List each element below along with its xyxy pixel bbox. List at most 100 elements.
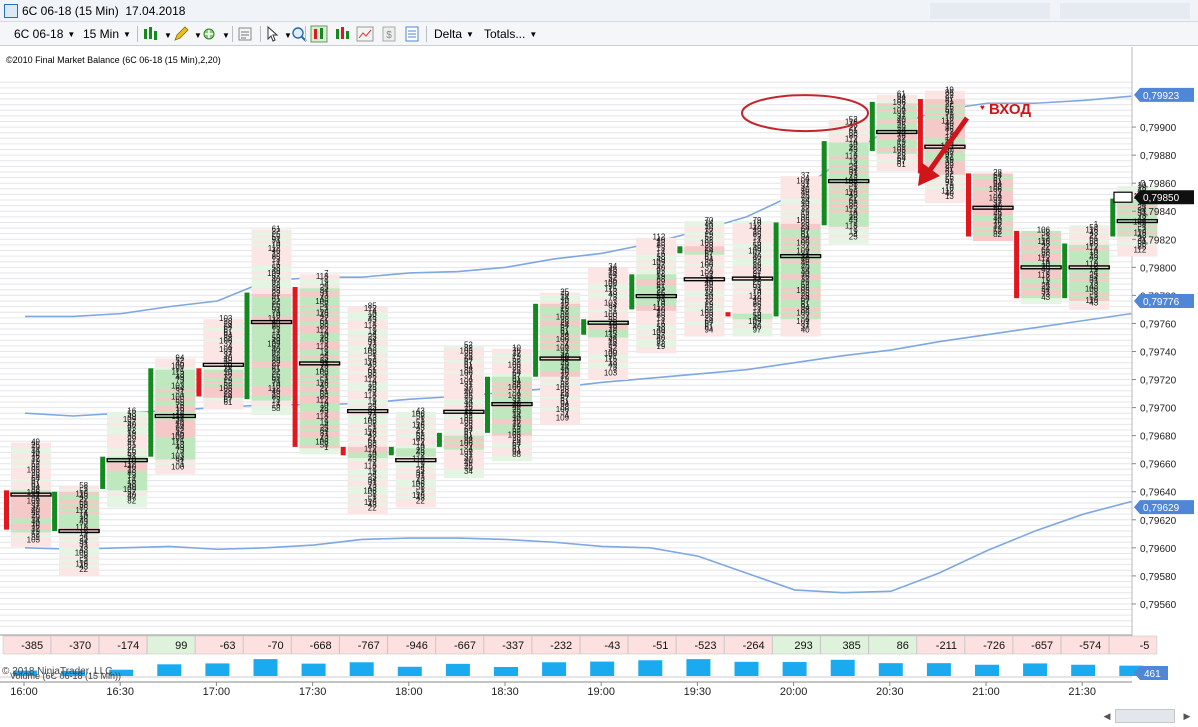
footprint-cell <box>973 184 1013 191</box>
instrument-selector[interactable]: 6C 06-18 ▼ <box>14 25 75 43</box>
footprint-volume-value: 118 <box>1134 228 1147 237</box>
footprint-volume-value: 67 <box>31 477 40 486</box>
footprint-volume-value: 37 <box>801 171 810 180</box>
footprint-cell <box>251 358 292 365</box>
footprint-volume-value: 40 <box>753 294 762 303</box>
footprint-cell <box>492 385 532 392</box>
poc-box <box>1068 265 1110 270</box>
footprint-cell <box>684 274 725 281</box>
footprint-cell <box>732 246 773 253</box>
footprint-volume-value: 94 <box>801 303 810 312</box>
footprint-cell <box>443 404 484 411</box>
footprint-volume-value: 37 <box>801 205 810 214</box>
footprint-cell <box>299 378 340 385</box>
footprint-volume-value: 1 <box>661 247 666 256</box>
scroll-right-arrow[interactable]: ▶ <box>1180 709 1194 723</box>
footprint-cell <box>684 246 725 253</box>
footprint-cell <box>1069 230 1110 237</box>
footprint-volume-value: 43 <box>849 174 858 183</box>
footprint-volume-value: 118 <box>316 308 329 317</box>
time-tick-label: 20:30 <box>876 686 904 698</box>
totals-dropdown[interactable]: Totals... ▼ <box>484 25 537 43</box>
scroll-left-arrow[interactable]: ◀ <box>1100 709 1114 723</box>
footprint-cell <box>251 400 292 407</box>
footprint-cell <box>876 134 917 141</box>
bear-candle-body <box>725 312 731 317</box>
footprint-cell <box>732 274 773 281</box>
delta-dropdown[interactable]: Delta ▼ <box>434 25 474 43</box>
delta-value: -726 <box>983 640 1005 652</box>
footprint-volume-value: 88 <box>801 306 810 315</box>
footprint-cell <box>973 226 1013 233</box>
footprint-cell <box>107 425 148 432</box>
candles-icon[interactable] <box>333 25 351 43</box>
footprint-cell <box>299 445 340 452</box>
horizontal-scrollbar[interactable] <box>1115 709 1175 723</box>
footprint-volume-value: 16 <box>608 268 617 277</box>
footprint-cell <box>684 324 725 331</box>
footprint-volume-value: 109 <box>123 415 137 424</box>
footprint-cell <box>780 223 821 230</box>
footprint-volume-value: 97 <box>656 336 665 345</box>
footprint-cell <box>251 350 292 357</box>
footprint-cell <box>636 277 677 284</box>
footprint-cell <box>299 375 340 382</box>
footprint-volume-value: 58 <box>368 349 377 358</box>
window-controls[interactable] <box>930 3 1050 19</box>
footprint-cell <box>780 293 821 300</box>
footprint-volume-value: 28 <box>897 149 906 158</box>
footprint-cell <box>251 293 292 300</box>
footprint-cell <box>203 378 244 385</box>
pencil-icon[interactable] <box>172 25 190 43</box>
footprint-cell <box>540 309 581 316</box>
footprint-cell <box>59 567 100 574</box>
interval-selector[interactable]: 15 Min ▼ <box>83 25 131 43</box>
line-chart-icon[interactable] <box>356 25 374 43</box>
window-controls-right[interactable] <box>1060 3 1190 19</box>
footprint-volume-value: 43 <box>1137 231 1146 240</box>
footprint-volume-value: 49 <box>127 482 136 491</box>
footprint-cell <box>876 108 917 115</box>
delta-value: -385 <box>21 640 43 652</box>
footprint-icon[interactable] <box>310 25 328 43</box>
footprint-cell <box>636 263 677 270</box>
footprint-cell <box>11 532 51 539</box>
footprint-cell <box>684 291 725 298</box>
data-box-icon[interactable] <box>403 25 421 43</box>
heart-icon: ♥ <box>980 103 985 112</box>
footprint-volume-value: 91 <box>127 451 136 460</box>
footprint-cell <box>973 195 1013 202</box>
footprint-volume-value: 106 <box>27 488 41 497</box>
footprint-cell <box>347 469 388 476</box>
footprint-volume-value: 13 <box>656 308 665 317</box>
footprint-volume-value: 58 <box>753 241 762 250</box>
footprint-cell <box>107 456 148 463</box>
footprint-cell <box>1069 303 1110 310</box>
footprint-volume-value: 19 <box>560 304 569 313</box>
footprint-volume-value: 31 <box>320 289 329 298</box>
add-indicator-icon[interactable] <box>200 25 218 43</box>
footprint-volume-value: 34 <box>31 446 40 455</box>
footprint-volume-value: 34 <box>801 196 810 205</box>
footprint-cell <box>251 372 292 379</box>
footprint-cell <box>1021 230 1062 237</box>
footprint-volume-value: 4 <box>324 398 329 407</box>
footprint-cell <box>347 455 388 462</box>
footprint-volume-value: 106 <box>315 297 329 306</box>
footprint-volume-value: 25 <box>127 446 136 455</box>
footprint-cell <box>299 383 340 390</box>
footprint-volume-value: 31 <box>368 338 377 347</box>
footprint-cell <box>59 500 100 507</box>
properties-icon[interactable] <box>236 25 254 43</box>
footprint-volume-value: 97 <box>272 278 281 287</box>
dollar-icon[interactable]: $ <box>380 25 398 43</box>
footprint-volume-value: 40 <box>945 189 954 198</box>
footprint-cell <box>780 184 821 191</box>
footprint-cell <box>924 146 965 153</box>
footprint-volume-value: 52 <box>608 343 617 352</box>
chart-style-icon[interactable] <box>142 25 160 43</box>
footprint-volume-value: 112 <box>845 205 858 214</box>
footprint-volume-value: 58 <box>79 501 88 510</box>
footprint-cell <box>347 382 388 389</box>
footprint-volume-value: 31 <box>368 478 377 487</box>
